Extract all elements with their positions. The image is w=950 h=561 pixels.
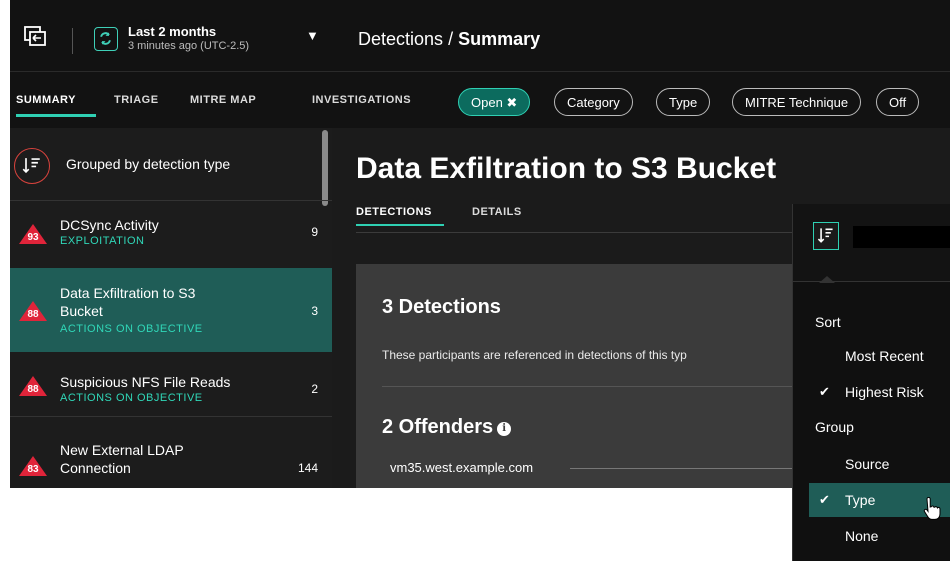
- filter-category-chip[interactable]: Category: [554, 88, 633, 116]
- option-label: Source: [845, 456, 890, 472]
- page-breadcrumb: Detections / Summary: [358, 29, 540, 50]
- top-bar: Last 2 months 3 minutes ago (UTC-2.5) ▼ …: [10, 0, 950, 72]
- breadcrumb-section[interactable]: Detections: [358, 29, 443, 49]
- filter-mitre-technique-chip[interactable]: MITRE Technique: [732, 88, 862, 116]
- hand-pointer-icon: [923, 497, 941, 520]
- detections-count-heading: 3 Detections: [382, 296, 501, 318]
- active-tab-indicator: [16, 114, 96, 117]
- tab-row: SUMMARY TRIAGE MITRE MAP INVESTIGATIONS …: [10, 72, 950, 128]
- sort-section-label: Sort: [815, 314, 841, 330]
- risk-score-badge: 88: [18, 300, 48, 322]
- risk-score-badge: 83: [18, 455, 48, 477]
- option-label: Most Recent: [845, 348, 924, 364]
- option-label: Type: [845, 492, 876, 508]
- filter-open-chip[interactable]: Open ✖: [458, 88, 531, 116]
- risk-score: 93: [27, 232, 39, 243]
- dropdown-search-field[interactable]: [853, 226, 950, 248]
- group-option-none[interactable]: None: [809, 519, 950, 553]
- item-category: ACTIONS ON OBJECTIVE: [60, 323, 203, 335]
- group-sort-button[interactable]: [14, 148, 50, 184]
- group-mode-label: Grouped by detection type: [66, 156, 231, 172]
- refresh-icon: [100, 32, 111, 45]
- filter-type-chip[interactable]: Type: [656, 88, 711, 116]
- item-title: Suspicious NFS File Reads: [60, 374, 231, 390]
- tab-summary[interactable]: SUMMARY: [16, 94, 76, 106]
- item-title: New External LDAP Connection: [60, 442, 184, 476]
- caret-down-icon[interactable]: ▼: [306, 28, 319, 43]
- time-range-label[interactable]: Last 2 months: [128, 24, 216, 39]
- sidebar-scrollbar[interactable]: [322, 130, 328, 206]
- offenders-heading-text: 2 Offenders: [382, 416, 494, 438]
- risk-score: 88: [27, 309, 39, 320]
- sort-option-highest-risk[interactable]: ✔ Highest Risk: [809, 375, 950, 409]
- tab-mitre-map[interactable]: MITRE MAP: [190, 94, 256, 106]
- option-label: None: [845, 528, 879, 544]
- offender-hostname[interactable]: vm35.west.example.com: [390, 460, 533, 475]
- sort-option-most-recent[interactable]: Most Recent: [809, 339, 950, 373]
- info-icon[interactable]: i: [497, 422, 512, 436]
- subtab-detections[interactable]: DETECTIONS: [356, 206, 432, 218]
- subtab-details[interactable]: DETAILS: [472, 206, 522, 218]
- tab-investigations[interactable]: INVESTIGATIONS: [312, 94, 411, 106]
- sidebar-item-dcsync-activity[interactable]: 93 DCSync Activity EXPLOITATION 9: [10, 201, 332, 267]
- group-section-label: Group: [815, 419, 854, 435]
- app-switcher-icon[interactable]: [24, 26, 46, 48]
- item-count: 9: [311, 225, 318, 239]
- item-title: DCSync Activity: [60, 217, 159, 233]
- risk-score: 83: [27, 464, 39, 475]
- item-title: Data Exfiltration to S3 Bucket: [60, 285, 196, 319]
- sidebar-item-data-exfiltration[interactable]: 88 Data Exfiltration to S3 Bucket ACTION…: [10, 268, 332, 352]
- offenders-heading: 2 Offenders i: [382, 416, 512, 439]
- breadcrumb-separator: /: [448, 29, 454, 49]
- filter-more-chip[interactable]: Off: [876, 88, 920, 116]
- risk-score-badge: 88: [18, 375, 48, 397]
- item-category: ACTIONS ON OBJECTIVE: [60, 392, 203, 404]
- risk-score: 88: [27, 384, 39, 395]
- group-option-type[interactable]: ✔ Type: [809, 483, 950, 520]
- item-count: 144: [297, 461, 318, 475]
- detection-type-title: Data Exfiltration to S3 Bucket: [356, 152, 777, 185]
- item-count: 2: [311, 382, 318, 396]
- item-count: 3: [311, 304, 318, 318]
- dropdown-pointer: [819, 276, 835, 283]
- sort-group-dropdown: Sort Most Recent ✔ Highest Risk Group So…: [792, 204, 950, 561]
- group-option-source[interactable]: Source: [809, 447, 950, 481]
- sidebar-item-suspicious-nfs-reads[interactable]: 88 Suspicious NFS File Reads ACTIONS ON …: [10, 353, 332, 415]
- dropdown-header: [793, 204, 950, 282]
- checkmark-icon: ✔: [819, 492, 830, 507]
- divider: [72, 28, 73, 54]
- sort-icon: [22, 158, 40, 174]
- item-category: EXPLOITATION: [60, 235, 145, 247]
- time-updated-label: 3 minutes ago (UTC-2.5): [128, 40, 250, 52]
- breadcrumb-page: Summary: [458, 29, 541, 49]
- detections-description: These participants are referenced in det…: [382, 348, 687, 362]
- sort-toggle-button[interactable]: [813, 222, 839, 250]
- sort-icon: [817, 228, 833, 243]
- active-subtab-indicator: [356, 224, 444, 226]
- tab-triage[interactable]: TRIAGE: [114, 94, 159, 106]
- refresh-button[interactable]: [94, 27, 118, 51]
- checkmark-icon: ✔: [819, 384, 830, 399]
- risk-score-badge: 93: [18, 223, 48, 245]
- sidebar-item-new-external-ldap[interactable]: 83 New External LDAP Connection 144: [10, 417, 332, 488]
- option-label: Highest Risk: [845, 384, 924, 400]
